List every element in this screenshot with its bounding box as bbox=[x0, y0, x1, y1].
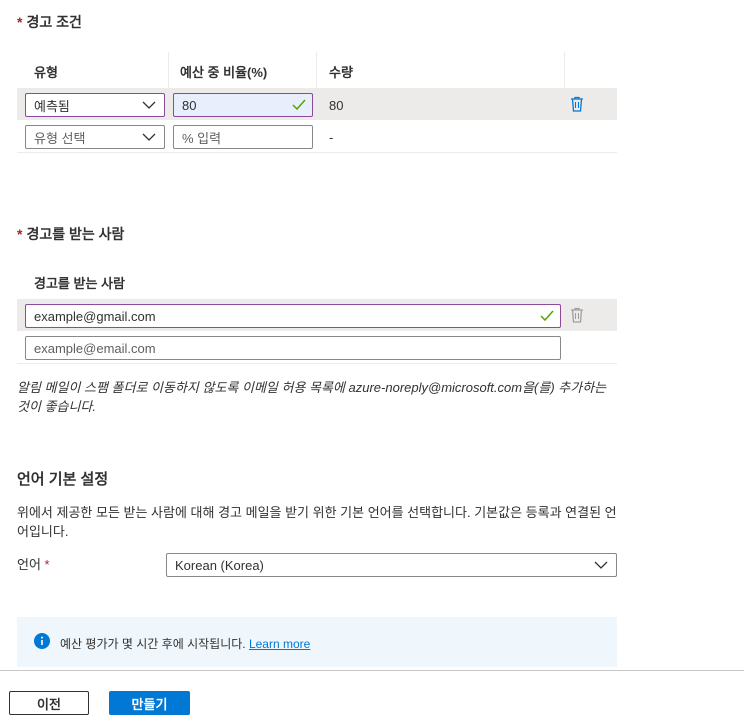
row-divider bbox=[17, 363, 617, 364]
learn-more-link[interactable]: Learn more bbox=[249, 637, 310, 651]
email-field[interactable]: example@gmail.com bbox=[25, 304, 561, 328]
column-header-percent: 예산 중 비율(%) bbox=[180, 65, 268, 80]
column-divider bbox=[564, 52, 565, 88]
chevron-down-icon bbox=[142, 101, 156, 109]
amount-value: 80 bbox=[329, 98, 344, 113]
type-select[interactable]: 유형 선택 bbox=[25, 125, 165, 149]
chevron-down-icon bbox=[142, 133, 156, 141]
amount-value: - bbox=[329, 130, 334, 145]
language-label: 언어 * bbox=[17, 557, 50, 572]
column-header-amount: 수량 bbox=[329, 65, 353, 80]
percent-input[interactable]: 80 bbox=[173, 93, 313, 117]
checkmark-icon bbox=[540, 310, 554, 322]
language-description: 위에서 제공한 모든 받는 사람에 대해 경고 메일을 받기 위한 기본 언어를… bbox=[17, 505, 617, 539]
chevron-down-icon bbox=[594, 561, 608, 569]
info-icon bbox=[34, 633, 50, 649]
delete-icon[interactable] bbox=[570, 307, 584, 323]
percent-input[interactable]: % 입력 bbox=[173, 125, 313, 149]
email-field[interactable]: example@email.com bbox=[25, 336, 561, 360]
column-divider bbox=[168, 52, 169, 88]
footer-divider bbox=[0, 670, 744, 671]
allowlist-note: 알림 메일이 스팸 폴더로 이동하지 않도록 이메일 허용 목록에 azure-… bbox=[17, 380, 607, 414]
checkmark-icon bbox=[292, 99, 306, 111]
info-text: 예산 평가가 몇 시간 후에 시작됩니다. Learn more bbox=[60, 637, 311, 651]
column-header-type: 유형 bbox=[34, 65, 58, 80]
previous-button[interactable]: 이전 bbox=[9, 691, 89, 715]
language-title: 언어 기본 설정 bbox=[17, 471, 109, 488]
column-divider bbox=[316, 52, 317, 88]
alert-conditions-title: * 경고 조건 bbox=[17, 14, 82, 30]
recipients-title: * 경고를 받는 사람 bbox=[17, 226, 125, 242]
recipients-column-header: 경고를 받는 사람 bbox=[34, 276, 125, 291]
language-select[interactable]: Korean (Korea) bbox=[166, 553, 617, 577]
create-button[interactable]: 만들기 bbox=[109, 691, 190, 715]
row-divider bbox=[17, 152, 617, 153]
type-select[interactable]: 예측됨 bbox=[25, 93, 165, 117]
delete-icon[interactable] bbox=[570, 96, 584, 112]
